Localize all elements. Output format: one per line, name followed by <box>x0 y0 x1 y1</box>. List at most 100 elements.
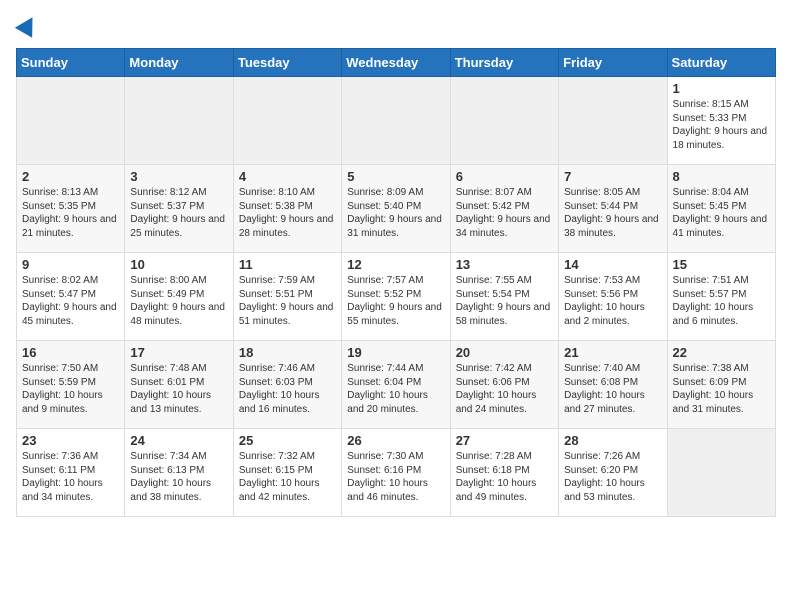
calendar-cell: 11 Sunrise: 7:59 AM Sunset: 5:51 PM Dayli… <box>233 253 341 341</box>
day-info: Sunrise: 8:12 AM Sunset: 5:37 PM Dayligh… <box>130 186 227 240</box>
day-number: 6 <box>456 169 553 184</box>
calendar-cell: 5 Sunrise: 8:09 AM Sunset: 5:40 PM Daylig… <box>342 165 450 253</box>
day-number: 16 <box>22 345 119 360</box>
day-info: Sunrise: 7:53 AM Sunset: 5:56 PM Dayligh… <box>564 274 661 328</box>
day-info: Sunrise: 8:07 AM Sunset: 5:42 PM Dayligh… <box>456 186 553 240</box>
day-number: 3 <box>130 169 227 184</box>
calendar-cell <box>233 77 341 165</box>
day-info: Sunrise: 8:00 AM Sunset: 5:49 PM Dayligh… <box>130 274 227 328</box>
day-info: Sunrise: 7:55 AM Sunset: 5:54 PM Dayligh… <box>456 274 553 328</box>
day-number: 12 <box>347 257 444 272</box>
day-number: 1 <box>673 81 770 96</box>
calendar-cell: 8 Sunrise: 8:04 AM Sunset: 5:45 PM Daylig… <box>667 165 775 253</box>
calendar-cell <box>125 77 233 165</box>
day-info: Sunrise: 8:09 AM Sunset: 5:40 PM Dayligh… <box>347 186 444 240</box>
calendar-cell: 3 Sunrise: 8:12 AM Sunset: 5:37 PM Daylig… <box>125 165 233 253</box>
day-number: 19 <box>347 345 444 360</box>
calendar-week-row: 16 Sunrise: 7:50 AM Sunset: 5:59 PM Dayli… <box>17 341 776 429</box>
logo-triangle-icon <box>15 12 41 38</box>
calendar-week-row: 9 Sunrise: 8:02 AM Sunset: 5:47 PM Daylig… <box>17 253 776 341</box>
calendar-cell: 12 Sunrise: 7:57 AM Sunset: 5:52 PM Dayli… <box>342 253 450 341</box>
day-number: 7 <box>564 169 661 184</box>
calendar-cell: 10 Sunrise: 8:00 AM Sunset: 5:49 PM Dayli… <box>125 253 233 341</box>
calendar-cell: 20 Sunrise: 7:42 AM Sunset: 6:06 PM Dayli… <box>450 341 558 429</box>
day-number: 2 <box>22 169 119 184</box>
calendar-week-row: 23 Sunrise: 7:36 AM Sunset: 6:11 PM Dayli… <box>17 429 776 517</box>
calendar-cell: 26 Sunrise: 7:30 AM Sunset: 6:16 PM Dayli… <box>342 429 450 517</box>
calendar-cell: 22 Sunrise: 7:38 AM Sunset: 6:09 PM Dayli… <box>667 341 775 429</box>
weekday-header-saturday: Saturday <box>667 49 775 77</box>
day-number: 9 <box>22 257 119 272</box>
weekday-header-friday: Friday <box>559 49 667 77</box>
day-info: Sunrise: 7:46 AM Sunset: 6:03 PM Dayligh… <box>239 362 336 416</box>
day-info: Sunrise: 7:42 AM Sunset: 6:06 PM Dayligh… <box>456 362 553 416</box>
day-number: 20 <box>456 345 553 360</box>
day-number: 21 <box>564 345 661 360</box>
calendar-cell: 16 Sunrise: 7:50 AM Sunset: 5:59 PM Dayli… <box>17 341 125 429</box>
day-number: 25 <box>239 433 336 448</box>
calendar-cell: 24 Sunrise: 7:34 AM Sunset: 6:13 PM Dayli… <box>125 429 233 517</box>
day-info: Sunrise: 8:02 AM Sunset: 5:47 PM Dayligh… <box>22 274 119 328</box>
page-header <box>16 16 776 38</box>
calendar-cell: 7 Sunrise: 8:05 AM Sunset: 5:44 PM Daylig… <box>559 165 667 253</box>
day-number: 13 <box>456 257 553 272</box>
calendar-cell: 6 Sunrise: 8:07 AM Sunset: 5:42 PM Daylig… <box>450 165 558 253</box>
day-number: 4 <box>239 169 336 184</box>
day-number: 18 <box>239 345 336 360</box>
calendar-cell: 28 Sunrise: 7:26 AM Sunset: 6:20 PM Dayli… <box>559 429 667 517</box>
calendar-cell: 19 Sunrise: 7:44 AM Sunset: 6:04 PM Dayli… <box>342 341 450 429</box>
day-info: Sunrise: 7:34 AM Sunset: 6:13 PM Dayligh… <box>130 450 227 504</box>
calendar-cell: 23 Sunrise: 7:36 AM Sunset: 6:11 PM Dayli… <box>17 429 125 517</box>
calendar-cell: 18 Sunrise: 7:46 AM Sunset: 6:03 PM Dayli… <box>233 341 341 429</box>
weekday-header-monday: Monday <box>125 49 233 77</box>
day-info: Sunrise: 7:28 AM Sunset: 6:18 PM Dayligh… <box>456 450 553 504</box>
day-number: 17 <box>130 345 227 360</box>
day-info: Sunrise: 7:51 AM Sunset: 5:57 PM Dayligh… <box>673 274 770 328</box>
day-info: Sunrise: 7:44 AM Sunset: 6:04 PM Dayligh… <box>347 362 444 416</box>
day-info: Sunrise: 8:05 AM Sunset: 5:44 PM Dayligh… <box>564 186 661 240</box>
day-number: 28 <box>564 433 661 448</box>
calendar-table: SundayMondayTuesdayWednesdayThursdayFrid… <box>16 48 776 517</box>
calendar-cell: 2 Sunrise: 8:13 AM Sunset: 5:35 PM Daylig… <box>17 165 125 253</box>
day-info: Sunrise: 8:10 AM Sunset: 5:38 PM Dayligh… <box>239 186 336 240</box>
day-number: 8 <box>673 169 770 184</box>
weekday-header-tuesday: Tuesday <box>233 49 341 77</box>
day-info: Sunrise: 7:30 AM Sunset: 6:16 PM Dayligh… <box>347 450 444 504</box>
weekday-header-wednesday: Wednesday <box>342 49 450 77</box>
day-number: 22 <box>673 345 770 360</box>
day-info: Sunrise: 7:40 AM Sunset: 6:08 PM Dayligh… <box>564 362 661 416</box>
weekday-header-thursday: Thursday <box>450 49 558 77</box>
day-info: Sunrise: 7:26 AM Sunset: 6:20 PM Dayligh… <box>564 450 661 504</box>
day-number: 14 <box>564 257 661 272</box>
calendar-cell: 14 Sunrise: 7:53 AM Sunset: 5:56 PM Dayli… <box>559 253 667 341</box>
day-number: 26 <box>347 433 444 448</box>
weekday-header-sunday: Sunday <box>17 49 125 77</box>
calendar-cell: 4 Sunrise: 8:10 AM Sunset: 5:38 PM Daylig… <box>233 165 341 253</box>
day-info: Sunrise: 7:32 AM Sunset: 6:15 PM Dayligh… <box>239 450 336 504</box>
calendar-cell: 17Sunrise: 7:48 AM Sunset: 6:01 PM Dayli… <box>125 341 233 429</box>
day-info: Sunrise: 7:57 AM Sunset: 5:52 PM Dayligh… <box>347 274 444 328</box>
day-info: Sunrise: 7:59 AM Sunset: 5:51 PM Dayligh… <box>239 274 336 328</box>
day-info: Sunrise: 8:04 AM Sunset: 5:45 PM Dayligh… <box>673 186 770 240</box>
calendar-cell: 9 Sunrise: 8:02 AM Sunset: 5:47 PM Daylig… <box>17 253 125 341</box>
calendar-cell: 1 Sunrise: 8:15 AM Sunset: 5:33 PM Daylig… <box>667 77 775 165</box>
day-info: Sunrise: 7:36 AM Sunset: 6:11 PM Dayligh… <box>22 450 119 504</box>
day-number: 27 <box>456 433 553 448</box>
calendar-cell: 21 Sunrise: 7:40 AM Sunset: 6:08 PM Dayli… <box>559 341 667 429</box>
day-number: 5 <box>347 169 444 184</box>
day-info: Sunrise: 7:50 AM Sunset: 5:59 PM Dayligh… <box>22 362 119 416</box>
day-info: Sunrise: 8:15 AM Sunset: 5:33 PM Dayligh… <box>673 98 770 152</box>
day-number: 23 <box>22 433 119 448</box>
calendar-week-row: 2 Sunrise: 8:13 AM Sunset: 5:35 PM Daylig… <box>17 165 776 253</box>
day-info: Sunrise: 7:38 AM Sunset: 6:09 PM Dayligh… <box>673 362 770 416</box>
calendar-week-row: 1 Sunrise: 8:15 AM Sunset: 5:33 PM Daylig… <box>17 77 776 165</box>
calendar-cell: 27 Sunrise: 7:28 AM Sunset: 6:18 PM Dayli… <box>450 429 558 517</box>
calendar-cell <box>17 77 125 165</box>
day-number: 10 <box>130 257 227 272</box>
day-info: Sunrise: 8:13 AM Sunset: 5:35 PM Dayligh… <box>22 186 119 240</box>
day-number: 15 <box>673 257 770 272</box>
calendar-cell <box>559 77 667 165</box>
day-number: 11 <box>239 257 336 272</box>
calendar-cell <box>450 77 558 165</box>
day-number: 24 <box>130 433 227 448</box>
